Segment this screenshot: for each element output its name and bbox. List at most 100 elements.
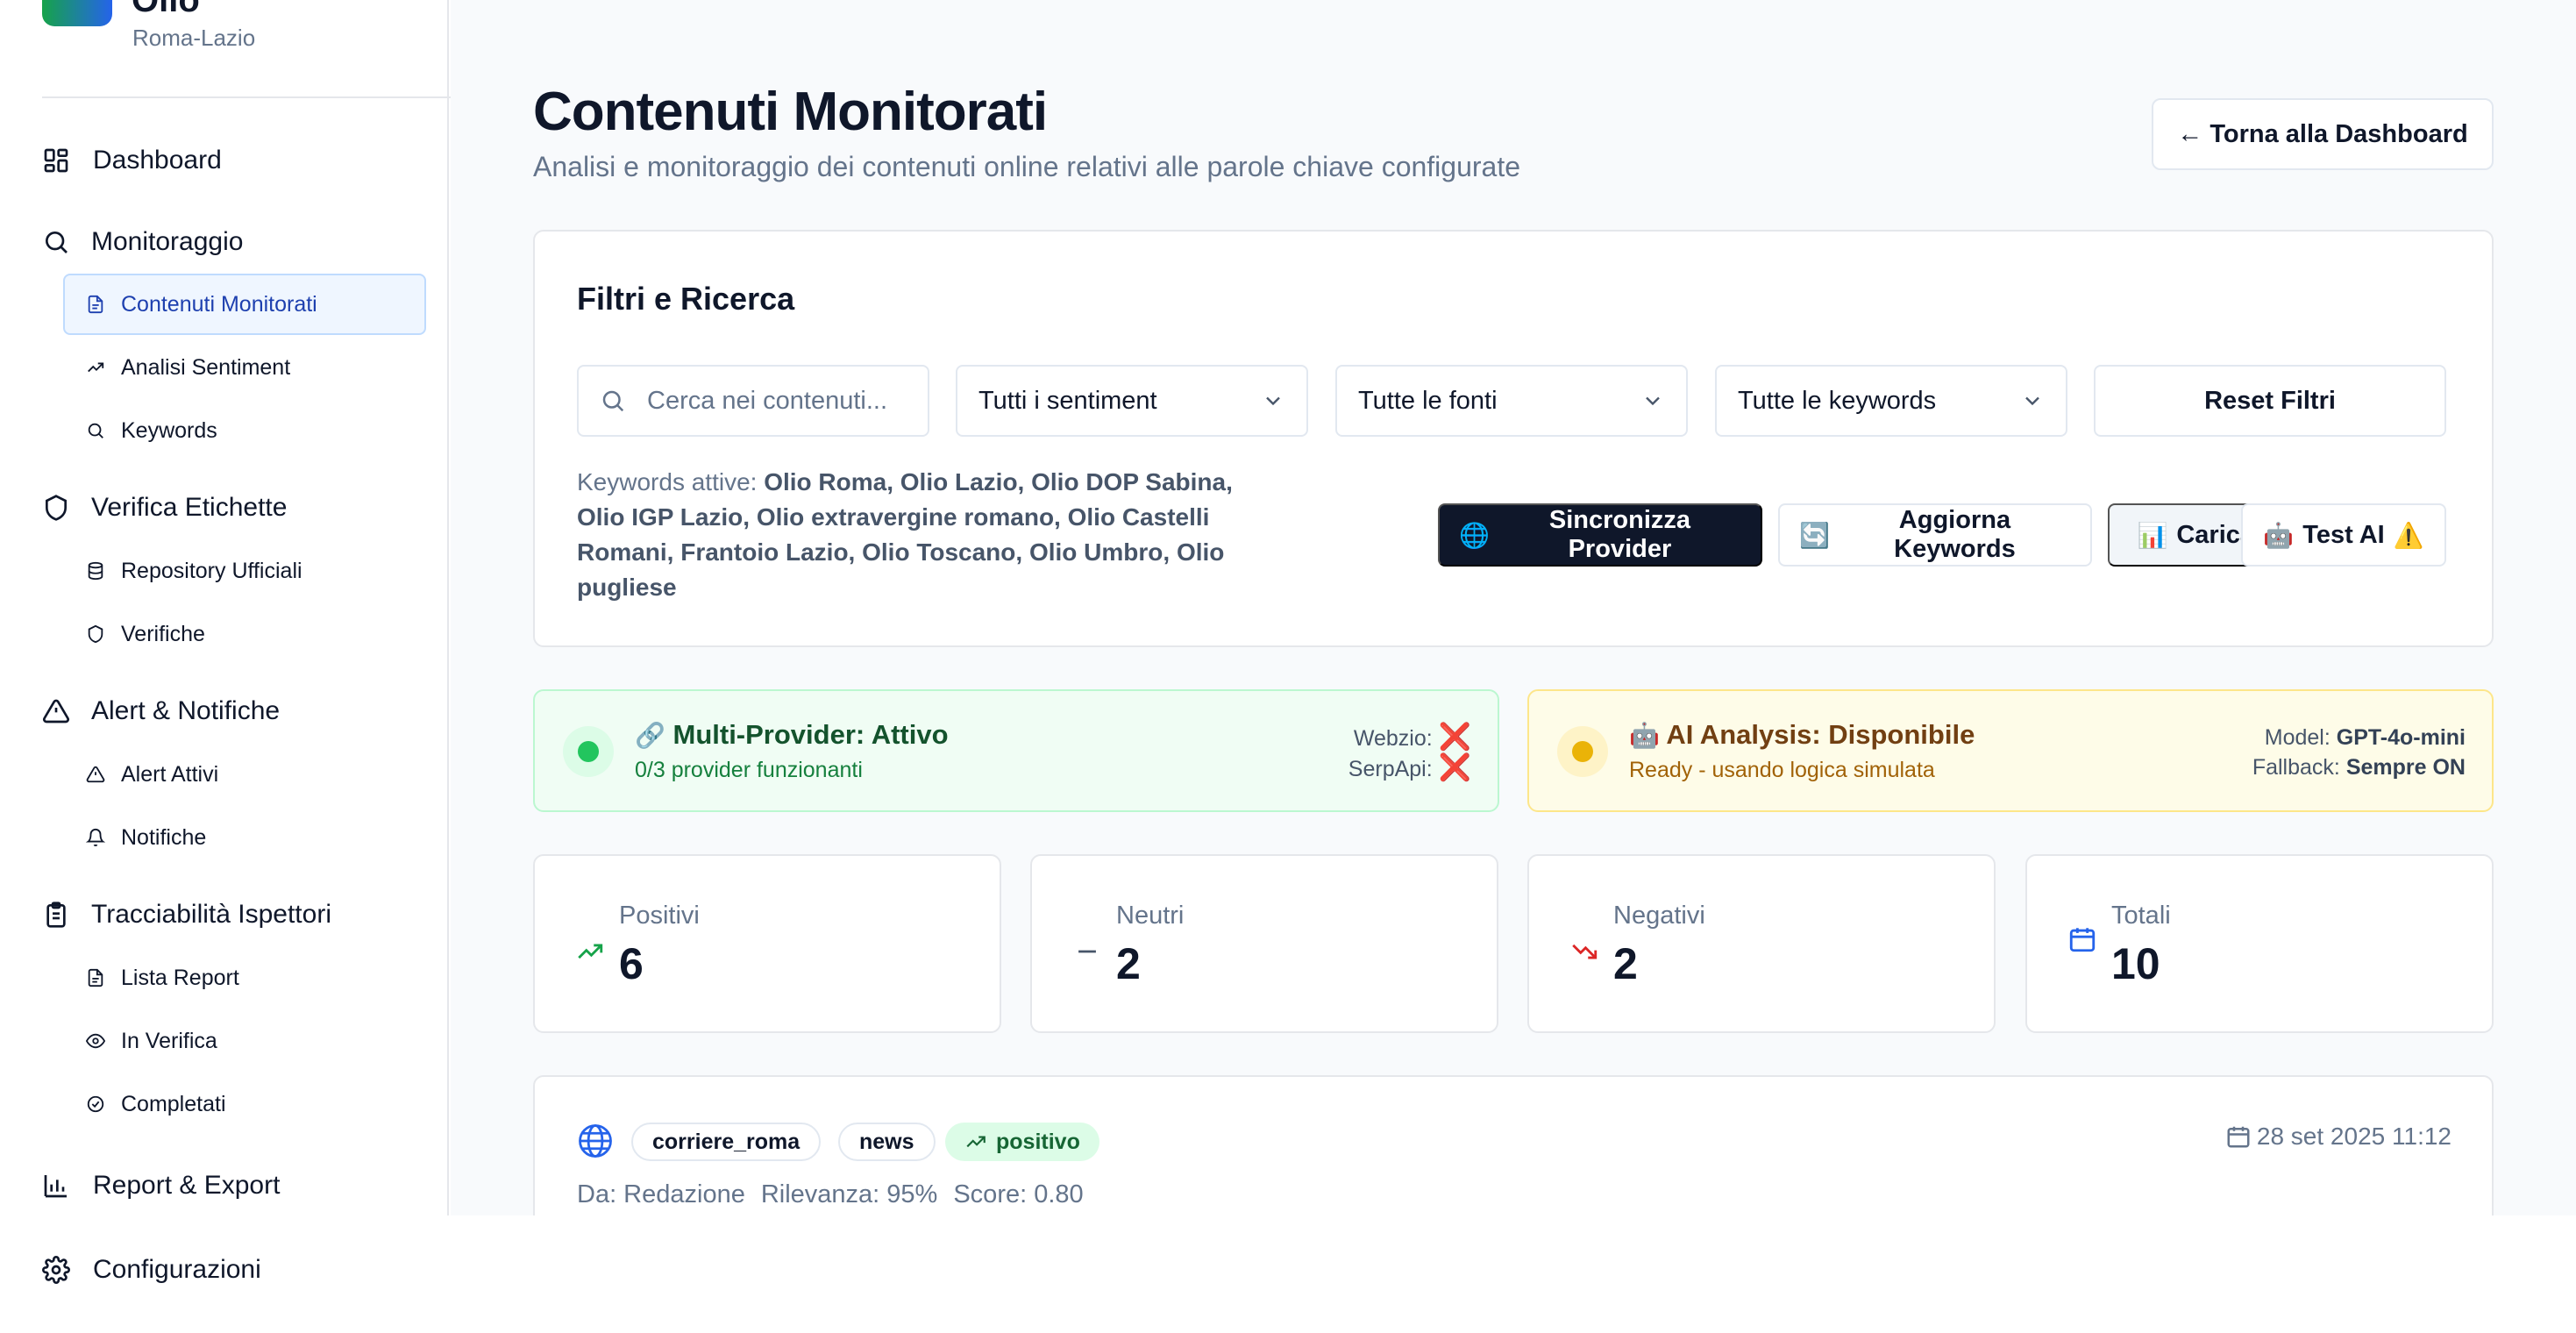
filters-title: Filtri e Ricerca	[577, 281, 795, 317]
fallback-value: Sempre ON	[2345, 755, 2466, 780]
webzio-label: Webzio:	[1353, 726, 1433, 751]
source-badge: corriere_roma	[631, 1123, 822, 1161]
sidebar-item-in-verifica[interactable]: In Verifica	[63, 1010, 426, 1072]
content-item-card[interactable]: corriere_roma news positivo 28 set 2025 …	[533, 1075, 2494, 1215]
back-to-dashboard-button[interactable]: ← Torna alla Dashboard	[2152, 98, 2494, 170]
shield-icon	[86, 624, 105, 644]
model-value: GPT-4o-mini	[2336, 725, 2466, 750]
sidebar-item-contenuti-monitorati[interactable]: Contenuti Monitorati	[63, 274, 426, 335]
item-meta: Da: Redazione Rilevanza: 95% Score: 0.80	[577, 1180, 1084, 1209]
active-keywords: Keywords attive: Olio Roma, Olio Lazio, …	[577, 465, 1261, 605]
sidebar-divider	[42, 96, 489, 98]
sync-provider-label: Sincronizza Provider	[1548, 506, 1691, 563]
chart-icon: 📊	[2137, 520, 2168, 550]
item-score: Score: 0.80	[953, 1180, 1084, 1208]
sidebar-group-tracciabilita[interactable]: Tracciabilità Ispettori	[42, 890, 428, 939]
check-circle-icon	[86, 1094, 105, 1114]
gear-icon	[42, 1256, 70, 1284]
trending-up-icon	[86, 358, 105, 377]
sidebar: Olio Roma-Lazio Dashboard Monitoraggio C…	[0, 0, 489, 1215]
sidebar-item-configurazioni[interactable]: Configurazioni	[42, 1245, 428, 1294]
sidebar-item-label: Verifiche	[121, 621, 205, 646]
sentiment-select[interactable]: Tutti i sentiment	[956, 365, 1308, 437]
serpapi-status: SerpApi: ❌	[1348, 753, 1471, 784]
sidebar-item-completati[interactable]: Completati	[63, 1073, 426, 1135]
sentiment-select-value: Tutti i sentiment	[978, 386, 1157, 415]
document-icon	[86, 295, 105, 314]
eye-icon	[86, 1031, 105, 1051]
keywords-select[interactable]: Tutte le keywords	[1715, 365, 2067, 437]
sidebar-item-keywords[interactable]: Keywords	[63, 400, 426, 461]
x-mark-icon: ❌	[1438, 722, 1471, 752]
item-author: Da: Redazione	[577, 1180, 745, 1208]
sidebar-item-lista-report[interactable]: Lista Report	[63, 947, 426, 1009]
dashboard-grid-icon	[42, 146, 70, 175]
test-ai-button[interactable]: 🤖 Test AI ⚠️	[2241, 503, 2446, 567]
document-icon	[86, 968, 105, 987]
type-badge: news	[838, 1123, 936, 1161]
main-content: Contenuti Monitorati Analisi e monitorag…	[451, 0, 2576, 1215]
item-date-text: 28 set 2025 11:12	[2256, 1123, 2451, 1150]
stat-label: Totali	[2111, 902, 2171, 930]
sidebar-item-verifiche[interactable]: Verifiche	[63, 603, 426, 665]
sidebar-item-report-export[interactable]: Report & Export	[42, 1161, 428, 1210]
sidebar-item-repository-ufficiali[interactable]: Repository Ufficiali	[63, 540, 426, 602]
stat-value: 2	[1613, 939, 1638, 988]
ai-status-indicator	[1557, 726, 1608, 777]
reset-filters-button[interactable]: Reset Filtri	[2094, 365, 2446, 437]
sidebar-item-dashboard[interactable]: Dashboard	[42, 136, 428, 185]
globe-icon	[577, 1123, 614, 1159]
item-relevance: Rilevanza: 95%	[760, 1180, 938, 1208]
provider-status-title-text: Multi-Provider: Attivo	[672, 719, 949, 750]
stat-label: Negativi	[1613, 902, 1705, 930]
robot-icon: 🤖	[2263, 520, 2295, 550]
brand-region: Roma-Lazio	[132, 25, 256, 51]
update-keywords-button[interactable]: 🔄 Aggiorna Keywords	[1778, 503, 2092, 567]
warning-triangle-icon	[86, 765, 105, 784]
stat-card-negativi: Negativi 2	[1527, 854, 1996, 1033]
sources-select[interactable]: Tutte le fonti	[1335, 365, 1688, 437]
update-keywords-label: Aggiorna Keywords	[1894, 506, 2016, 563]
sidebar-item-label: Report & Export	[93, 1171, 281, 1200]
sidebar-item-label: In Verifica	[121, 1028, 217, 1053]
search-icon	[86, 421, 105, 440]
ai-fallback: Fallback: Sempre ON	[2252, 752, 2466, 782]
serpapi-label: SerpApi:	[1348, 757, 1433, 781]
chevron-down-icon	[2020, 388, 2045, 413]
bell-icon	[86, 828, 105, 847]
provider-status-details: Webzio: ❌ SerpApi: ❌	[1348, 723, 1471, 784]
sentiment-badge-label: positivo	[996, 1129, 1080, 1154]
search-input[interactable]	[647, 386, 910, 416]
filters-card: Filtri e Ricerca Tutti i sentiment Tutte…	[533, 230, 2494, 647]
sentiment-badge: positivo	[945, 1123, 1099, 1161]
sync-provider-button[interactable]: 🌐 Sincronizza Provider	[1438, 503, 1762, 567]
search-icon	[42, 228, 70, 256]
stat-card-totali: Totali 10	[2025, 854, 2494, 1033]
database-icon	[86, 561, 105, 581]
sidebar-group-alert[interactable]: Alert & Notifiche	[42, 687, 428, 736]
chevron-down-icon	[1640, 388, 1665, 413]
brand-name: Olio	[132, 0, 200, 19]
sidebar-group-label: Monitoraggio	[91, 227, 244, 256]
sidebar-item-notifiche[interactable]: Notifiche	[63, 807, 426, 868]
sidebar-item-label: Completati	[121, 1091, 226, 1116]
globe-icon: 🌐	[1459, 520, 1490, 550]
stat-label: Positivi	[619, 902, 700, 930]
ai-model: Model: GPT-4o-mini	[2252, 723, 2466, 752]
sidebar-group-verifica[interactable]: Verifica Etichette	[42, 483, 428, 532]
ai-status-subtitle: Ready - usando logica simulata	[1629, 758, 1935, 782]
search-field[interactable]	[577, 365, 929, 437]
search-icon	[600, 388, 626, 414]
sidebar-item-label: Notifiche	[121, 824, 207, 850]
page-title: Contenuti Monitorati	[533, 82, 1048, 142]
ai-status-title: 🤖 AI Analysis: Disponibile	[1629, 719, 1975, 751]
warning-icon: ⚠️	[2393, 520, 2424, 550]
sidebar-group-monitoraggio[interactable]: Monitoraggio	[42, 217, 428, 267]
sidebar-item-label: Configurazioni	[93, 1255, 261, 1284]
sidebar-item-analisi-sentiment[interactable]: Analisi Sentiment	[63, 337, 426, 398]
stat-value: 10	[2111, 939, 2160, 988]
fallback-label: Fallback:	[2252, 755, 2340, 780]
sidebar-item-label: Keywords	[121, 417, 217, 443]
sidebar-item-alert-attivi[interactable]: Alert Attivi	[63, 744, 426, 805]
sidebar-item-label: Repository Ufficiali	[121, 558, 302, 583]
